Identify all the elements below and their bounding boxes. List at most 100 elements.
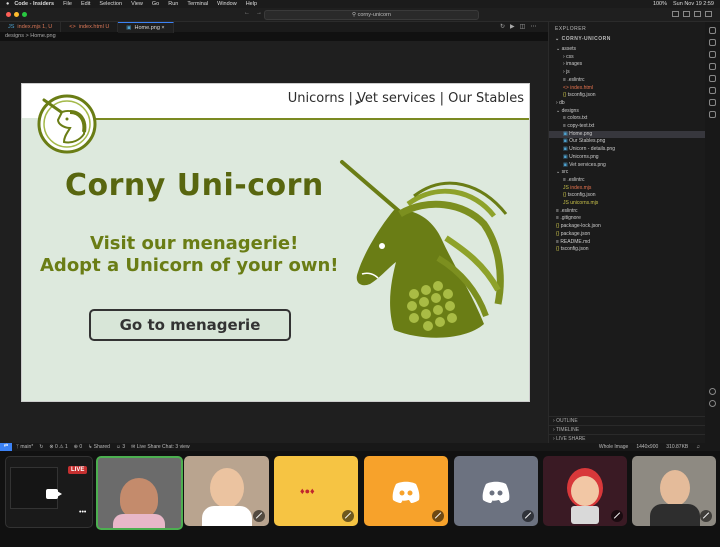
file-tree-item[interactable]: ⌄ designs bbox=[549, 108, 706, 116]
back-arrow-icon[interactable]: ← bbox=[244, 10, 250, 16]
menu-view[interactable]: View bbox=[131, 1, 143, 7]
file-tree-item[interactable]: ⌄ assets bbox=[549, 46, 706, 54]
file-tree-item[interactable]: ▣ Unicorn - details.png bbox=[549, 146, 706, 154]
close-tab-icon[interactable]: × bbox=[161, 25, 164, 31]
menu-file[interactable]: File bbox=[63, 1, 72, 7]
file-tree-item[interactable]: ▣ Our Stables.png bbox=[549, 138, 706, 146]
sync-icon[interactable]: ↻ bbox=[39, 444, 43, 450]
branch-indicator[interactable]: ᛉ main* bbox=[16, 444, 33, 450]
minimize-window-button[interactable] bbox=[14, 12, 19, 17]
file-tree-item[interactable]: ≡ .gitignore bbox=[549, 215, 706, 223]
activity-bar bbox=[705, 22, 720, 443]
menu-help[interactable]: Help bbox=[246, 1, 257, 7]
more-actions-icon[interactable]: ⋯ bbox=[530, 23, 536, 30]
file-tree-item[interactable]: ≡ colors.txt bbox=[549, 115, 706, 123]
settings-gear-icon[interactable] bbox=[709, 400, 716, 407]
menu-edit[interactable]: Edit bbox=[81, 1, 90, 7]
battery-indicator[interactable]: 100% bbox=[653, 1, 667, 7]
file-tree-item[interactable]: › db bbox=[549, 100, 706, 108]
shared-indicator[interactable]: ↳ Shared bbox=[88, 444, 110, 450]
files-icon[interactable] bbox=[709, 27, 716, 34]
file-tree-item[interactable]: ▣ Unicorns.png bbox=[549, 154, 706, 162]
menu-window[interactable]: Window bbox=[217, 1, 237, 7]
zoom-window-button[interactable] bbox=[22, 12, 27, 17]
clock[interactable]: Sun Nov 19 2:59 bbox=[673, 1, 714, 7]
breadcrumb: designs > Home.png bbox=[5, 33, 56, 39]
problems-indicator[interactable]: ⊗ 0 ⚠ 1 bbox=[49, 444, 67, 450]
participant-tile-1[interactable] bbox=[96, 456, 183, 530]
file-tree-item[interactable]: ≡ README.md bbox=[549, 239, 706, 247]
file-tree-item[interactable]: ≡ .eslintrc bbox=[549, 177, 706, 185]
live-share-chat[interactable]: ✉ Live Share Chat: 3 view bbox=[131, 444, 189, 450]
live-share-icon[interactable]: ↻ bbox=[500, 23, 505, 30]
file-tree-item[interactable]: ▣ Home.png bbox=[549, 130, 706, 139]
file-tree-item[interactable]: JS unicorns.mjs bbox=[549, 200, 706, 208]
project-root[interactable]: ⌄ CORNY-UNICORN bbox=[549, 36, 706, 46]
self-preview-tile[interactable]: LIVE ••• bbox=[5, 456, 93, 528]
file-tree-item[interactable]: {} package-lock.json bbox=[549, 223, 706, 231]
status-bar: ⇄ ᛉ main* ↻ ⊗ 0 ⚠ 1 ⊕ 0 ↳ Shared ☺ 3 ✉ L… bbox=[0, 443, 720, 451]
file-tree-item[interactable]: › css bbox=[549, 54, 706, 62]
apple-icon[interactable]: ● bbox=[6, 1, 9, 7]
file-tree-item[interactable]: ≡ .eslintrc bbox=[549, 77, 706, 85]
tab-index-mjs[interactable]: JS index.mjs 1, U bbox=[0, 22, 62, 32]
menu-app[interactable]: Code - Insiders bbox=[14, 1, 54, 7]
file-tree-item[interactable]: › images bbox=[549, 61, 706, 69]
menu-terminal[interactable]: Terminal bbox=[187, 1, 208, 7]
file-tree-item[interactable]: {} tsconfig.json bbox=[549, 92, 706, 100]
breadcrumb-file[interactable]: Home.png bbox=[30, 33, 55, 39]
search-icon[interactable] bbox=[709, 39, 716, 46]
participant-tile-7[interactable] bbox=[632, 456, 716, 526]
command-center-search[interactable]: ⚲ corny-unicorn bbox=[264, 10, 479, 20]
source-control-icon[interactable] bbox=[709, 51, 716, 58]
extensions-icon[interactable] bbox=[709, 75, 716, 82]
timeline-section[interactable]: › TIMELINE bbox=[549, 425, 706, 434]
file-tree-label: Our Stables.png bbox=[569, 138, 606, 145]
menu-selection[interactable]: Selection bbox=[99, 1, 122, 7]
live-share-icon[interactable] bbox=[709, 99, 716, 106]
remote-explorer-icon[interactable] bbox=[709, 87, 716, 94]
menu-run[interactable]: Run bbox=[168, 1, 178, 7]
notifications-bell-icon[interactable]: ♫ bbox=[696, 444, 700, 450]
customize-layout-icon[interactable] bbox=[705, 11, 712, 17]
outline-section[interactable]: › OUTLINE bbox=[549, 416, 706, 425]
file-tree-item[interactable]: JS index.mjs bbox=[549, 185, 706, 193]
ports-indicator[interactable]: ⊕ 0 bbox=[74, 444, 82, 450]
testing-icon[interactable] bbox=[709, 111, 716, 118]
muted-mic-icon bbox=[611, 510, 623, 522]
participant-tile-5[interactable] bbox=[454, 456, 538, 526]
editor-actions: ↻ ▶ ◫ ⋯ bbox=[500, 23, 536, 30]
file-tree-item[interactable]: ≡ .eslintrc bbox=[549, 208, 706, 216]
tab-home-png[interactable]: ▣ Home.png × bbox=[118, 22, 174, 33]
more-options-icon[interactable]: ••• bbox=[79, 509, 86, 516]
toggle-secondary-sidebar-icon[interactable] bbox=[694, 11, 701, 17]
split-editor-icon[interactable]: ◫ bbox=[520, 23, 526, 30]
file-tree-item[interactable]: ⌄ src bbox=[549, 169, 706, 177]
file-tree-item[interactable]: ≡ copy-text.txt bbox=[549, 123, 706, 131]
participant-tile-2[interactable] bbox=[184, 456, 269, 526]
accounts-icon[interactable] bbox=[709, 388, 716, 395]
run-icon[interactable]: ▶ bbox=[510, 23, 515, 30]
file-tree-item[interactable]: ▣ Vet services.png bbox=[549, 162, 706, 170]
remote-indicator-icon[interactable]: ⇄ bbox=[0, 443, 12, 451]
run-debug-icon[interactable] bbox=[709, 63, 716, 70]
participants-indicator[interactable]: ☺ 3 bbox=[116, 444, 125, 450]
menu-go[interactable]: Go bbox=[152, 1, 159, 7]
file-tree-item[interactable]: <> index.html bbox=[549, 85, 706, 93]
participant-tile-4[interactable] bbox=[364, 456, 448, 526]
toggle-primary-sidebar-icon[interactable] bbox=[672, 11, 679, 17]
tab-index-html[interactable]: <> index.html U bbox=[61, 22, 119, 32]
file-tree-item[interactable]: {} tsconfig.json bbox=[549, 192, 706, 200]
forward-arrow-icon[interactable]: → bbox=[256, 10, 262, 16]
toggle-panel-icon[interactable] bbox=[683, 11, 690, 17]
close-window-button[interactable] bbox=[6, 12, 11, 17]
live-share-section[interactable]: › LIVE SHARE bbox=[549, 434, 706, 443]
breadcrumb-folder[interactable]: designs bbox=[5, 33, 24, 39]
image-zoom-mode[interactable]: Whole Image bbox=[599, 444, 628, 450]
file-tree-item[interactable]: › js bbox=[549, 69, 706, 77]
file-tree-item[interactable]: {} package.json bbox=[549, 231, 706, 239]
participant-tile-3[interactable]: ♦●♦ bbox=[274, 456, 358, 526]
file-tree-item[interactable]: {} tsconfig.json bbox=[549, 246, 706, 254]
participant-tile-6[interactable] bbox=[543, 456, 627, 526]
mouse-cursor-icon: ➤ bbox=[354, 97, 362, 107]
